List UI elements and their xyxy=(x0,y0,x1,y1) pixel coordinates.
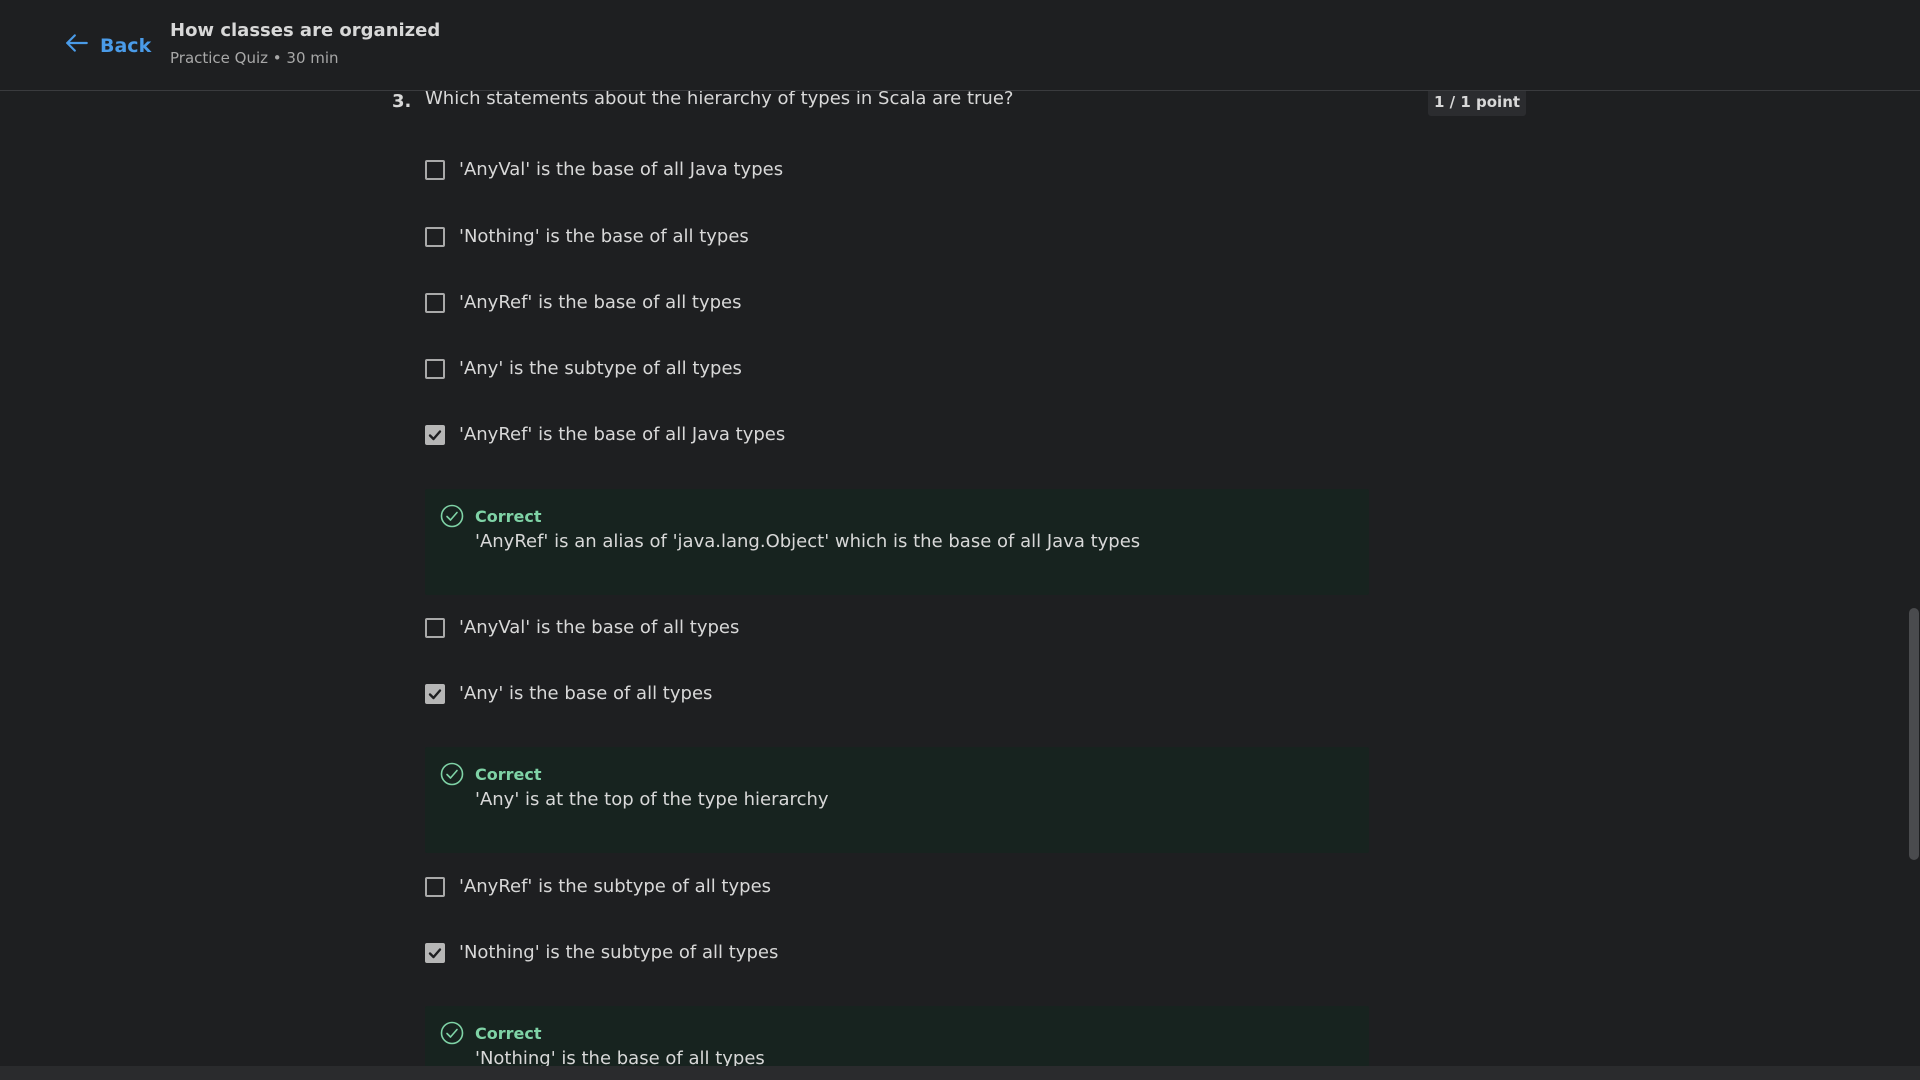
check-circle-icon xyxy=(440,504,464,528)
option-label: 'AnyRef' is the base of all types xyxy=(459,292,742,313)
arrow-left-icon xyxy=(64,30,90,61)
option-label: 'Any' is the subtype of all types xyxy=(459,358,742,379)
checkmark-icon xyxy=(428,688,442,699)
feedback-label: Correct xyxy=(475,507,542,526)
feedback-correct: Correct 'Any' is at the top of the type … xyxy=(425,747,1369,853)
option-label: 'AnyVal' is the base of all Java types xyxy=(459,159,784,180)
option-3[interactable]: 'Any' is the subtype of all types xyxy=(425,358,742,379)
option-0[interactable]: 'AnyVal' is the base of all Java types xyxy=(425,159,783,180)
checkbox[interactable] xyxy=(425,159,445,180)
back-button[interactable]: Back xyxy=(64,30,151,61)
check-circle-icon xyxy=(440,762,464,786)
page-title: How classes are organized xyxy=(170,20,441,41)
checkbox[interactable] xyxy=(425,292,445,313)
feedback-label: Correct xyxy=(475,765,542,784)
option-2[interactable]: 'AnyRef' is the base of all types xyxy=(425,292,742,313)
checkmark-icon xyxy=(428,947,442,958)
page-subtitle: Practice Quiz • 30 min xyxy=(170,49,339,67)
option-4[interactable]: 'AnyRef' is the base of all Java types xyxy=(425,424,785,445)
checkbox[interactable] xyxy=(425,617,445,638)
option-8[interactable]: 'Nothing' is the subtype of all types xyxy=(425,942,778,963)
top-bar: Back How classes are organized Practice … xyxy=(0,0,1920,91)
question-text: Which statements about the hierarchy of … xyxy=(425,91,1014,109)
checkbox-checked[interactable] xyxy=(425,683,445,704)
checkbox[interactable] xyxy=(425,226,445,247)
title-block: How classes are organized Practice Quiz … xyxy=(170,20,440,67)
option-6[interactable]: 'Any' is the base of all types xyxy=(425,683,712,704)
feedback-text: 'Nothing' is the base of all types xyxy=(475,1048,765,1066)
checkbox[interactable] xyxy=(425,358,445,379)
option-7[interactable]: 'AnyRef' is the subtype of all types xyxy=(425,876,771,897)
checkbox-checked[interactable] xyxy=(425,424,445,445)
option-1[interactable]: 'Nothing' is the base of all types xyxy=(425,226,749,247)
option-5[interactable]: 'AnyVal' is the base of all types xyxy=(425,617,739,638)
scrollbar-track[interactable] xyxy=(1908,91,1920,1066)
option-label: 'AnyRef' is the subtype of all types xyxy=(459,876,772,897)
feedback-text: 'AnyRef' is an alias of 'java.lang.Objec… xyxy=(475,531,1141,552)
back-label: Back xyxy=(100,34,152,57)
horizontal-scrollbar[interactable] xyxy=(0,1066,1920,1080)
option-label: 'AnyRef' is the base of all Java types xyxy=(459,424,786,445)
feedback-text: 'Any' is at the top of the type hierarch… xyxy=(475,789,829,810)
checkmark-icon xyxy=(428,429,442,440)
option-label: 'Nothing' is the base of all types xyxy=(459,226,749,247)
scrollbar-thumb[interactable] xyxy=(1909,608,1919,860)
option-label: 'Nothing' is the subtype of all types xyxy=(459,942,779,963)
feedback-correct: Correct 'AnyRef' is an alias of 'java.la… xyxy=(425,489,1369,595)
checkbox-checked[interactable] xyxy=(425,942,445,963)
points-badge: 1 / 1 point xyxy=(1428,91,1527,116)
feedback-correct: Correct 'Nothing' is the base of all typ… xyxy=(425,1006,1369,1066)
option-label: 'AnyVal' is the base of all types xyxy=(459,617,740,638)
question-number: 3. xyxy=(392,91,412,112)
feedback-label: Correct xyxy=(475,1024,542,1043)
check-circle-icon xyxy=(440,1021,464,1045)
checkbox[interactable] xyxy=(425,876,445,897)
quiz-content: 3. Which statements about the hierarchy … xyxy=(0,91,1908,1066)
option-label: 'Any' is the base of all types xyxy=(459,683,713,704)
